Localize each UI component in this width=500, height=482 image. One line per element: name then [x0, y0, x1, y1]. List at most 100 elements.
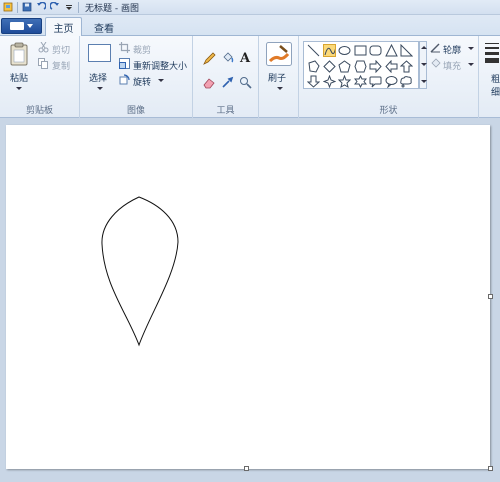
save-icon[interactable]: [22, 2, 32, 12]
paint-menu-button[interactable]: [1, 18, 42, 34]
drawn-leaf-shape: [101, 196, 179, 347]
resize-label: 重新调整大小: [133, 62, 188, 72]
size-button[interactable]: 粗 细: [482, 40, 500, 100]
select-button[interactable]: 选择: [86, 42, 114, 98]
text-tool[interactable]: A: [237, 50, 253, 66]
shape-option-five-point-star-shape[interactable]: [338, 75, 351, 88]
paste-button[interactable]: 粘贴: [6, 42, 32, 98]
line-shape-icon: [307, 44, 320, 57]
canvas-resize-handle-right[interactable]: [488, 294, 493, 299]
image-group-label: 图像: [126, 106, 145, 116]
shape-option-rounded-callout-shape[interactable]: [369, 75, 382, 88]
tools-group-label: 工具: [216, 106, 235, 116]
copy-label: 复制: [52, 62, 71, 72]
left-arrow-shape-icon: [384, 59, 397, 73]
title-bar: 无标题 - 画图: [0, 0, 500, 15]
brushes-button[interactable]: 刷子: [264, 42, 294, 98]
size-label-bottom: 细: [491, 88, 500, 98]
shape-option-line-shape[interactable]: [307, 44, 320, 57]
shape-option-oval-shape[interactable]: [338, 44, 351, 57]
color-picker-tool[interactable]: [219, 74, 235, 90]
canvas-resize-handle-corner[interactable]: [488, 466, 493, 471]
shape-option-pentagon-shape[interactable]: [338, 59, 351, 73]
fill-icon: [222, 51, 233, 63]
fill-tool[interactable]: [219, 50, 235, 66]
outline-button[interactable]: 轮廓: [430, 42, 476, 56]
shape-option-six-point-star-shape[interactable]: [353, 75, 367, 88]
shape-option-four-point-star-shape[interactable]: [322, 75, 336, 88]
rectangle-shape-icon: [354, 45, 366, 56]
tools-group: A 工具: [193, 36, 259, 118]
pentagon-shape-icon: [338, 59, 351, 72]
canvas-resize-handle-bottom[interactable]: [244, 466, 249, 471]
copy-icon: [38, 58, 48, 69]
image-group: 选择 裁剪 重新调整大小 旋转 图像: [80, 36, 193, 118]
right-arrow-shape-icon: [369, 59, 382, 73]
customize-quick-access-icon[interactable]: [64, 2, 74, 12]
redo-icon[interactable]: [49, 1, 60, 12]
window-title: 无标题 - 画图: [85, 3, 139, 14]
shape-option-triangle-shape[interactable]: [384, 44, 398, 57]
size-lines-icon: [485, 43, 499, 63]
shape-option-right-triangle-shape[interactable]: [400, 44, 413, 57]
shape-option-polygon-shape[interactable]: [307, 59, 320, 73]
four-point-star-shape-icon: [322, 75, 336, 88]
shape-option-left-arrow-shape[interactable]: [384, 59, 398, 73]
hexagon-shape-icon: [353, 60, 367, 72]
magnifier-tool[interactable]: [237, 74, 253, 90]
copy-button[interactable]: 复制: [38, 58, 76, 72]
diamond-shape-icon: [322, 59, 336, 73]
color-picker-icon: [221, 76, 233, 88]
chevron-down-icon: [468, 63, 474, 66]
shape-option-right-arrow-shape[interactable]: [369, 59, 382, 73]
oval-shape-icon: [338, 46, 351, 55]
chevron-down-icon: [468, 47, 474, 50]
cut-label: 剪切: [52, 46, 71, 56]
shape-option-cloud-callout-shape[interactable]: [400, 75, 413, 88]
separator: [17, 1, 18, 13]
paint-app-icon[interactable]: [3, 2, 13, 12]
eraser-tool[interactable]: [201, 74, 217, 90]
scroll-up-icon: [421, 46, 427, 49]
scissors-icon: [38, 42, 49, 53]
shapes-scroll[interactable]: [419, 41, 427, 89]
eraser-icon: [203, 77, 215, 88]
magnifier-icon: [239, 76, 252, 89]
ribbon-tab-row: 主页 查看: [0, 15, 500, 37]
selection-rectangle-icon: [88, 44, 111, 62]
brushes-group: 刷子: [259, 36, 299, 118]
shape-option-rounded-rectangle-shape[interactable]: [369, 44, 382, 57]
chevron-down-icon: [97, 87, 103, 90]
six-point-star-shape-icon: [353, 75, 367, 88]
shape-fill-button[interactable]: 填充: [430, 58, 476, 72]
tab-home[interactable]: 主页: [45, 17, 82, 37]
pencil-tool[interactable]: [201, 50, 217, 66]
down-arrow-shape-icon: [307, 75, 320, 88]
clipboard-icon: [10, 42, 28, 66]
cut-button[interactable]: 剪切: [38, 42, 76, 56]
rotate-icon: [119, 74, 130, 85]
shape-option-curve-shape[interactable]: [322, 44, 336, 57]
shape-option-down-arrow-shape[interactable]: [307, 75, 320, 88]
shape-option-diamond-shape[interactable]: [322, 59, 336, 73]
shape-option-hexagon-shape[interactable]: [353, 60, 367, 73]
shapes-group: 轮廓 填充 形状: [299, 36, 479, 118]
undo-icon[interactable]: [36, 1, 47, 12]
rotate-button[interactable]: 旋转: [119, 74, 169, 88]
polygon-shape-icon: [308, 59, 320, 73]
up-arrow-shape-icon: [400, 59, 413, 72]
resize-button[interactable]: 重新调整大小: [119, 58, 191, 72]
tab-view[interactable]: 查看: [86, 17, 122, 37]
paste-label: 粘贴: [10, 74, 29, 84]
right-triangle-shape-icon: [400, 44, 413, 57]
brush-icon: [266, 42, 292, 66]
shape-option-oval-callout-shape[interactable]: [385, 75, 398, 88]
crop-button[interactable]: 裁剪: [119, 42, 189, 56]
shape-option-up-arrow-shape[interactable]: [400, 59, 413, 73]
crop-icon: [119, 42, 130, 53]
drawing-canvas[interactable]: [6, 125, 490, 469]
shape-option-rectangle-shape[interactable]: [354, 44, 367, 57]
outline-icon: [430, 43, 440, 53]
outline-label: 轮廓: [443, 46, 462, 56]
shape-fill-label: 填充: [443, 62, 462, 72]
